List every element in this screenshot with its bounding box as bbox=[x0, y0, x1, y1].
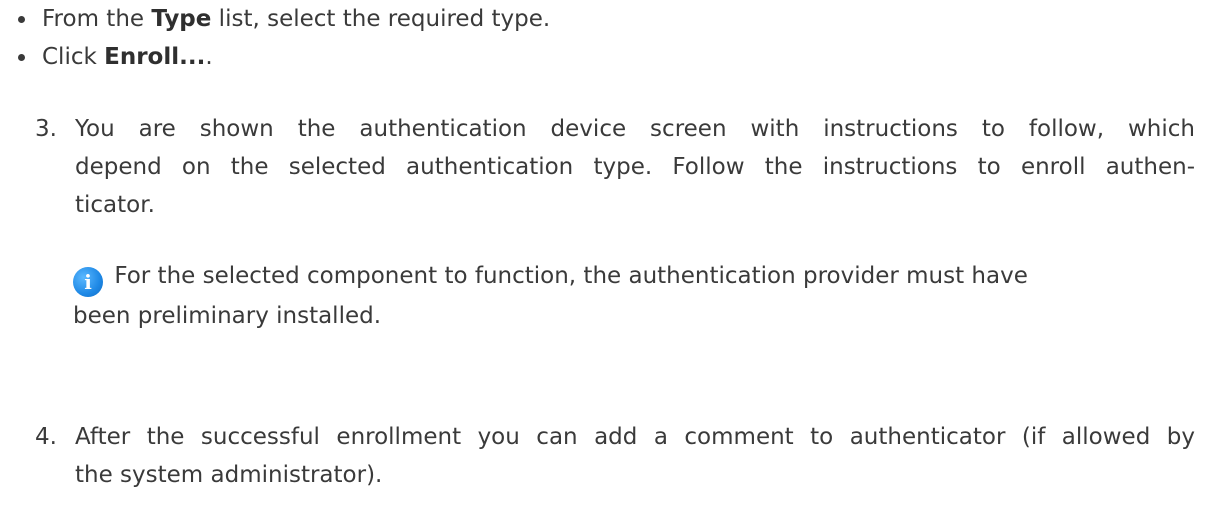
step-text-line: ticator. bbox=[75, 192, 155, 218]
step-number: 4. bbox=[35, 424, 57, 450]
list-item-suffix: . bbox=[205, 44, 213, 70]
ui-term-enroll: Enroll... bbox=[104, 44, 206, 70]
ui-term-type: Type bbox=[151, 6, 212, 32]
step-text-line: After the successful enrollment you can … bbox=[75, 424, 1195, 450]
list-item-prefix: From the bbox=[42, 6, 152, 32]
step-text: After the successful enrollment you can … bbox=[75, 418, 1195, 494]
step-4: 4. After the successful enrollment you c… bbox=[35, 418, 1195, 494]
note-text: For the selected component to function, … bbox=[114, 263, 1028, 289]
step-3: 3. You are shown the authentication devi… bbox=[35, 110, 1195, 224]
document-page: From the Type list, select the required … bbox=[0, 0, 1230, 517]
note-text-line: been preliminary installed. bbox=[73, 303, 382, 329]
list-item-prefix: Click bbox=[42, 44, 105, 70]
step-text-line: the system administrator). bbox=[75, 462, 383, 488]
bullet-icon bbox=[18, 54, 25, 61]
substep-list: From the Type list, select the required … bbox=[14, 0, 550, 76]
step-number: 3. bbox=[35, 116, 57, 142]
step-text: You are shown the authentication device … bbox=[75, 110, 1195, 224]
step-text-line: depend on the selected authentication ty… bbox=[75, 154, 1195, 180]
step-text-line: You are shown the authentication device … bbox=[75, 116, 1195, 142]
bullet-icon bbox=[18, 16, 25, 23]
note-text-line: i For the selected component to function… bbox=[73, 256, 1073, 297]
list-item: Click Enroll.... bbox=[14, 38, 550, 76]
list-item: From the Type list, select the required … bbox=[14, 0, 550, 38]
info-icon: i bbox=[73, 267, 103, 297]
info-note: i For the selected component to function… bbox=[73, 256, 1073, 336]
list-item-suffix: list, select the required type. bbox=[211, 6, 551, 32]
